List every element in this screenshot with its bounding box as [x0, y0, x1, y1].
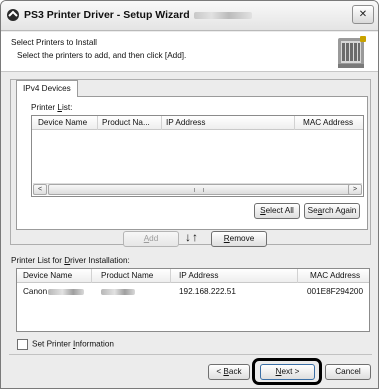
wizard-header: Select Printers to Install Select the pr…: [1, 32, 378, 72]
install-list-header: Device Name Product Name IP Address MAC …: [17, 269, 369, 283]
setup-wizard-window: PS3 Printer Driver - Setup Wizard ✕ Sele…: [0, 0, 379, 389]
redacted-text: [48, 288, 85, 295]
set-printer-info-label: Set Printer Information: [32, 339, 114, 349]
product-name-cell: [101, 285, 135, 298]
column-mac-address[interactable]: MAC Address: [298, 269, 371, 283]
mac-address-cell: 001E8F294200: [307, 287, 363, 296]
column-ip-address[interactable]: IP Address: [162, 116, 295, 130]
header-title: Select Printers to Install: [11, 38, 98, 47]
tab-ipv4-devices[interactable]: IPv4 Devices: [16, 80, 78, 97]
set-printer-info-option[interactable]: Set Printer Information: [17, 339, 114, 350]
column-mac-address[interactable]: MAC Address: [295, 116, 365, 130]
column-device-name[interactable]: Device Name: [17, 269, 92, 283]
scrollbar-grip-icon: [194, 188, 204, 192]
printer-list[interactable]: Device Name Product Na... IP Address MAC…: [31, 115, 364, 197]
column-product-name[interactable]: Product Na...: [98, 116, 162, 130]
ip-address-cell: 192.168.222.51: [179, 287, 236, 296]
close-button[interactable]: ✕: [352, 5, 374, 24]
move-arrows-icon: ↓↑: [185, 230, 199, 244]
scroll-right-button[interactable]: >: [348, 184, 362, 195]
column-product-name[interactable]: Product Name: [92, 269, 171, 283]
divider: [9, 354, 372, 355]
select-all-button[interactable]: Select All: [254, 203, 300, 219]
back-button[interactable]: < Back: [208, 364, 250, 380]
window-title: PS3 Printer Driver - Setup Wizard: [24, 9, 252, 21]
install-list[interactable]: Device Name Product Name IP Address MAC …: [16, 268, 370, 332]
table-row[interactable]: Canon 192.168.222.51 001E8F294200: [17, 285, 369, 298]
search-again-button[interactable]: Search Again: [304, 203, 360, 219]
install-list-label: Printer List for Driver Installation:: [11, 256, 130, 265]
printer-illustration-icon: [338, 36, 366, 68]
add-button[interactable]: Add: [123, 231, 179, 247]
scroll-left-button[interactable]: <: [33, 184, 47, 195]
remove-button[interactable]: Remove: [211, 231, 267, 247]
cancel-button[interactable]: Cancel: [325, 364, 371, 380]
printer-driver-icon: [7, 9, 19, 21]
printer-list-header: Device Name Product Na... IP Address MAC…: [32, 116, 363, 130]
column-ip-address[interactable]: IP Address: [171, 269, 298, 283]
set-printer-info-checkbox[interactable]: [17, 339, 28, 350]
header-subtitle: Select the printers to add, and then cli…: [17, 51, 187, 60]
scrollbar-thumb[interactable]: [48, 184, 351, 195]
next-button-highlight: [252, 358, 322, 385]
printer-list-label: Printer List:: [31, 103, 73, 112]
column-device-name[interactable]: Device Name: [32, 116, 98, 130]
title-bar[interactable]: PS3 Printer Driver - Setup Wizard ✕: [1, 1, 378, 31]
device-name-cell: Canon: [23, 285, 85, 298]
redacted-text: [101, 288, 135, 295]
horizontal-scrollbar[interactable]: < >: [33, 183, 362, 195]
redacted-version-text: [193, 11, 252, 19]
